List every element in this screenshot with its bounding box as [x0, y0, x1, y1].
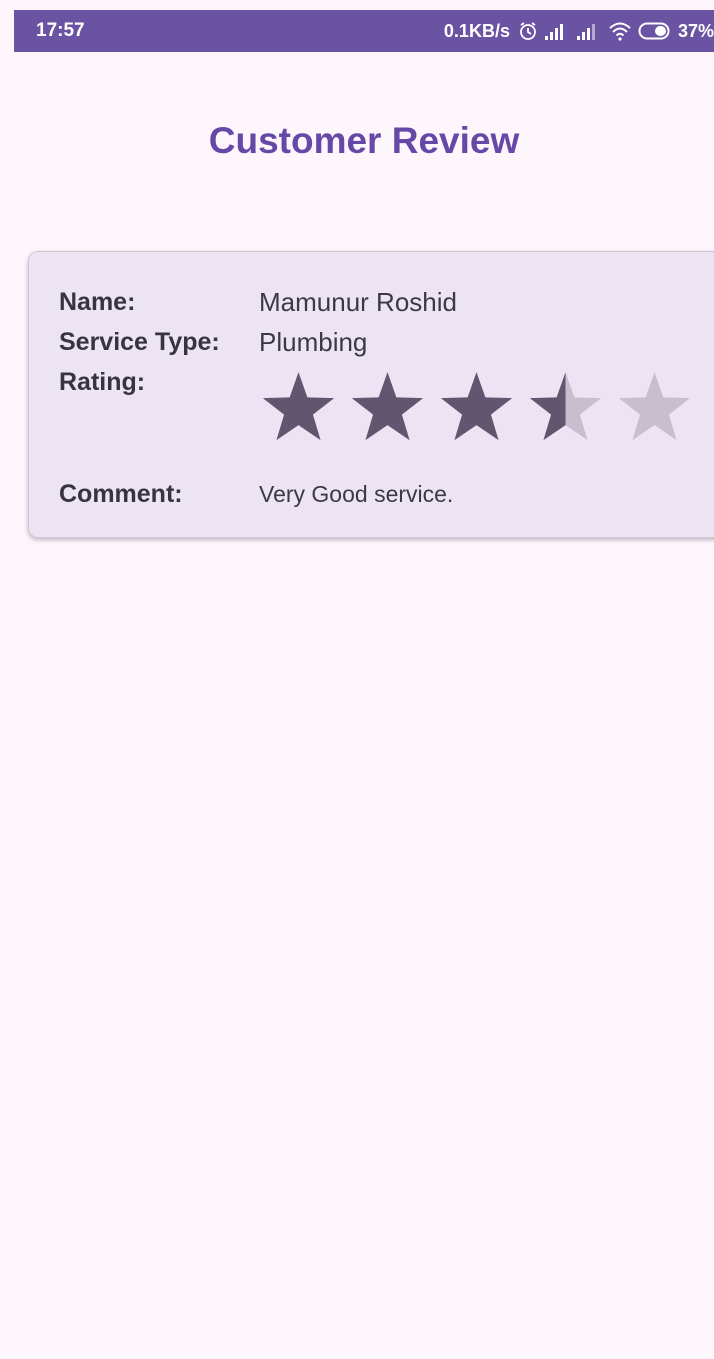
network-speed: 0.1KB/s: [443, 20, 510, 41]
rating-label: Rating:: [59, 368, 146, 396]
status-bar: 17:57 0.1KB/s 37%: [14, 10, 714, 52]
service-type-label: Service Type:: [59, 328, 220, 356]
signal-icon: [576, 22, 602, 40]
signal-icon: [544, 22, 570, 40]
star-icon[interactable]: [261, 370, 336, 445]
page-title: Customer Review: [208, 120, 520, 161]
rating-bar[interactable]: [261, 370, 692, 445]
comment-value: Very Good service.: [259, 481, 454, 507]
star-icon[interactable]: [617, 370, 692, 445]
name-label: Name:: [59, 288, 136, 316]
star-icon[interactable]: [350, 370, 425, 445]
status-time: 17:57: [36, 20, 85, 41]
service-type-value: Plumbing: [259, 327, 368, 357]
review-card: Name: Mamunur Roshid Service Type: Plumb…: [28, 251, 714, 538]
wifi-icon: [608, 21, 632, 41]
status-icons: 0.1KB/s 37%: [444, 21, 714, 42]
name-value: Mamunur Roshid: [259, 287, 457, 317]
star-icon[interactable]: [439, 370, 514, 445]
battery-percent: 37%: [677, 20, 714, 41]
battery-icon: [638, 21, 672, 41]
star-icon[interactable]: [528, 370, 603, 445]
comment-label: Comment:: [59, 480, 183, 508]
alarm-icon: [518, 21, 538, 41]
